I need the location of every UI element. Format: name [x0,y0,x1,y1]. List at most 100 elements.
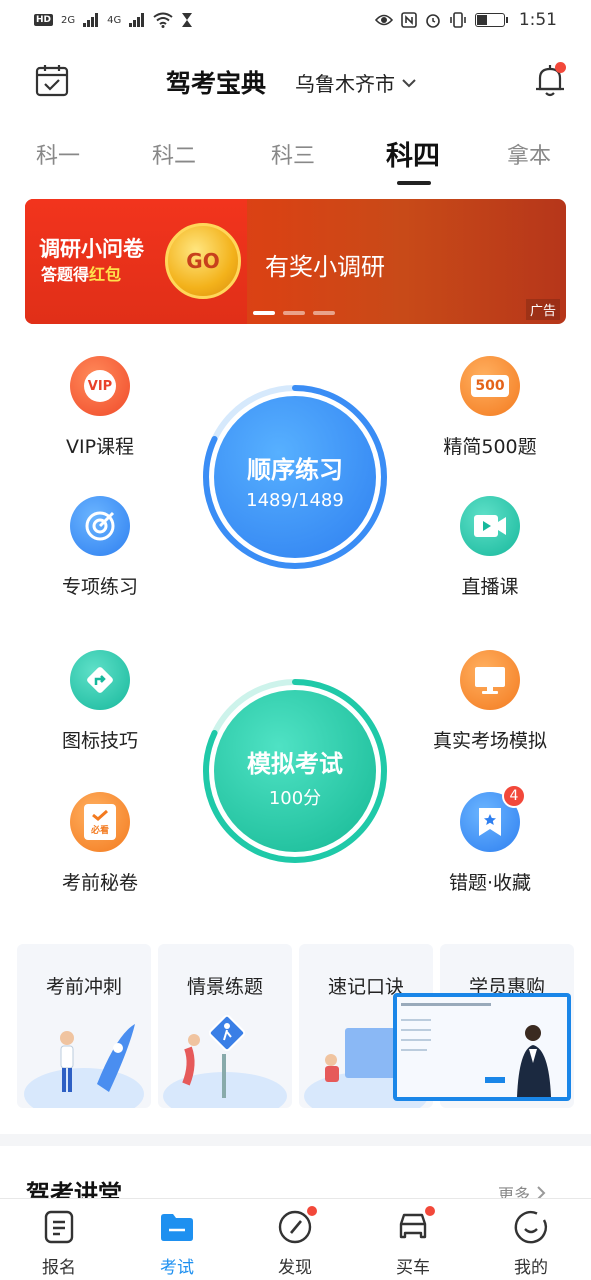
card-label: 考前冲刺 [45,976,122,998]
tab-active-indicator [397,181,431,185]
tabbar-item-wode[interactable]: 我的 [491,1209,571,1278]
battery-icon [474,13,508,27]
chevron-down-icon [402,78,416,87]
pager-dot[interactable] [283,311,305,315]
mock-exam-button[interactable]: 模拟考试 100分 [200,676,390,866]
monitor-glyph [475,667,505,694]
signal-icon-2 [129,13,145,27]
tabbar-item-kaoshi[interactable]: 考试 [137,1209,217,1278]
board-500-text: 500 [471,375,509,397]
tabbar-label: 我的 [514,1258,548,1278]
battery-level [476,15,487,25]
promo-banner[interactable]: 调研小问卷 答题得红包 GO 有奖小调研 广告 [25,199,566,324]
tubiao-item[interactable]: 图标技巧 [15,650,185,753]
zhuanxiang-item[interactable]: 专项练习 [15,496,185,599]
compass-icon [277,1206,317,1245]
exam-title: 模拟考试 [247,750,343,778]
car-icon [395,1206,435,1245]
clipboard-body: 必看 [84,804,116,840]
cuoti-item[interactable]: 4 错题·收藏 [405,784,575,895]
road-sign-icon [70,650,130,710]
status-left: HD 2G 4G [34,12,193,28]
ad-label: 广告 [525,299,560,320]
banner-title: 调研小问卷 [39,237,144,261]
card-kaoqian-chongci[interactable]: 考前冲刺 [17,944,151,1108]
smile-icon [513,1209,549,1245]
tab-naben[interactable]: 拿本 [507,138,551,170]
vip-course-item[interactable]: VIP VIP课程 [15,356,185,459]
banner-pager [253,311,335,315]
kaoqian-item[interactable]: 必看 考前秘卷 [15,792,185,895]
video-play-icon [460,496,520,556]
banner-subtitle-highlight: 红包 [89,265,122,284]
banner-main-text: 有奖小调研 [265,253,385,281]
rocket-illustration [24,1024,144,1108]
maiche-dot [425,1206,435,1216]
subject-tabs: 科一 科二 科三 科四 拿本 [0,130,591,186]
signal-2g-label: 2G [61,14,76,26]
video-screen [397,997,567,1097]
jingjian-500-item[interactable]: 500 精简500题 [405,356,575,459]
practice-title: 顺序练习 [247,456,343,484]
bookmark-star-icon: 4 [460,784,526,852]
tabbar-item-maiche[interactable]: 买车 [373,1206,453,1278]
practice-value: 1489/1489 [246,490,344,511]
banner-go-button[interactable]: GO [165,223,241,299]
banner-subtitle: 答题得红包 [41,261,121,285]
target-icon [70,496,130,556]
card-label: 情景练题 [186,976,263,998]
card-qingjing-lianti[interactable]: 情景练题 [158,944,292,1108]
folder-icon [159,1209,195,1245]
nfc-icon [401,12,417,28]
vip-medal-icon: VIP [70,356,130,416]
tab-ke1[interactable]: 科一 [36,138,80,170]
board-500-icon: 500 [460,356,520,416]
tabbar-label: 考试 [160,1258,194,1278]
zhuanxiang-label: 专项练习 [61,576,138,598]
tab-ke3[interactable]: 科三 [271,138,315,170]
calendar-icon[interactable] [34,62,70,98]
cuoti-badge: 4 [502,784,526,808]
tabbar-item-baoming[interactable]: 报名 [19,1209,99,1278]
vip-icon-text: VIP [84,370,116,402]
floating-video-player[interactable] [393,993,571,1101]
kaoqian-label: 考前秘卷 [61,872,138,894]
alarm-icon [426,14,440,28]
tab-ke4[interactable]: 科四 [386,134,440,173]
bookmark-glyph [479,808,501,836]
exam-inner: 模拟考试 100分 [214,690,376,852]
tab-ke2[interactable]: 科二 [152,138,196,170]
city-selector[interactable]: 乌鲁木齐市 [295,68,417,97]
signal-icon [83,13,99,27]
notification-dot [555,62,566,73]
zhibo-label: 直播课 [461,576,519,598]
pedestrian-sign-illustration [163,1014,287,1108]
status-right: 1:51 [374,10,557,30]
tabbar-item-faxian[interactable]: 发现 [255,1206,335,1278]
hourglass-icon [182,13,193,27]
sequential-practice-button[interactable]: 顺序练习 1489/1489 [200,382,390,572]
video-glyph [474,515,506,537]
banner-subtitle-prefix: 答题得 [41,265,90,284]
signal-4g-label: 4G [107,14,122,26]
zhenshi-item[interactable]: 真实考场模拟 [405,650,575,753]
pager-dot[interactable] [253,311,275,315]
tubiao-label: 图标技巧 [61,730,138,752]
hd-badge: HD [34,14,54,26]
eye-icon [374,14,393,26]
vibrate-icon [450,12,466,28]
bottom-tab-bar: 报名 考试 发现 买车 我的 [0,1198,591,1280]
exam-value: 100分 [268,788,322,809]
vip-course-label: VIP课程 [65,436,135,458]
tabbar-label: 报名 [42,1258,76,1278]
notification-button[interactable] [530,60,570,100]
tabbar-label: 发现 [278,1258,312,1278]
section-divider [0,1134,591,1146]
pager-dot[interactable] [313,311,335,315]
form-icon [41,1209,77,1245]
zhibo-item[interactable]: 直播课 [405,496,575,599]
clipboard-check-icon: 必看 [70,792,130,852]
status-time: 1:51 [518,10,557,30]
app-title: 驾考宝典 [166,69,267,98]
app-header: 驾考宝典 乌鲁木齐市 [0,52,591,112]
